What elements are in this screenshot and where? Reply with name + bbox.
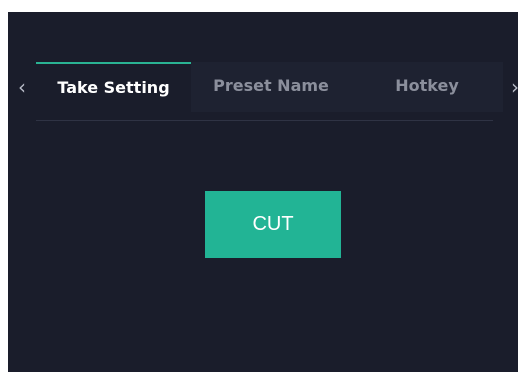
take-settings-panel: ‹ Take Setting Preset Name Hotkey › CUT [8, 12, 518, 372]
cut-button[interactable]: CUT [205, 191, 341, 258]
chevron-left-icon[interactable]: ‹ [10, 62, 34, 112]
chevron-right-icon[interactable]: › [510, 62, 518, 112]
tab-take-setting[interactable]: Take Setting [36, 62, 191, 112]
tab-preset-name[interactable]: Preset Name [191, 62, 351, 112]
tab-divider [36, 120, 493, 121]
tab-bar: ‹ Take Setting Preset Name Hotkey › [8, 62, 518, 121]
tab-hotkey[interactable]: Hotkey [351, 62, 503, 112]
